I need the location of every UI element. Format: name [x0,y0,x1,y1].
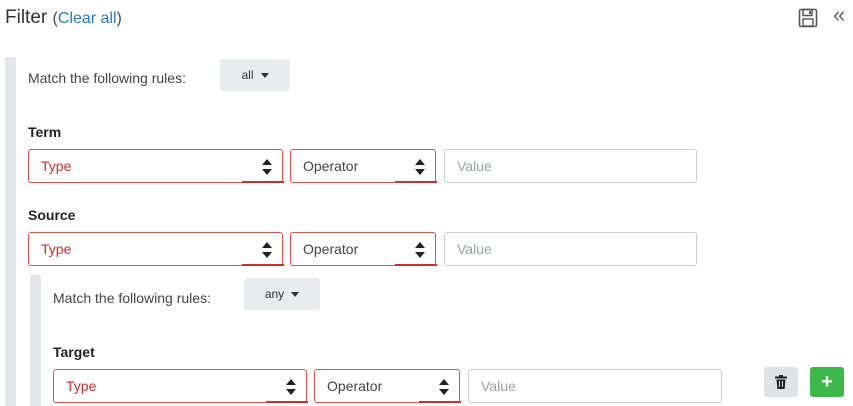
select-focus-underline [242,181,284,183]
filter-title-text: Filter [5,7,48,28]
rule-label-target: Target [53,344,95,360]
nested-group-bar [30,275,41,406]
source-value-input[interactable]: Value [444,232,697,266]
rule-label-source: Source [28,207,76,223]
source-operator-placeholder: Operator [303,241,359,257]
sort-updown-icon [415,159,425,175]
target-operator-placeholder: Operator [327,378,383,394]
caret-down-icon [291,291,300,297]
select-focus-underline [395,181,437,183]
sort-updown-icon [439,379,449,395]
nested-match-value: any [264,287,285,301]
nested-match-dropdown[interactable]: any [244,278,320,310]
sort-updown-icon [415,242,425,258]
term-type-placeholder: Type [41,158,72,174]
trash-icon [775,375,787,389]
select-focus-underline [242,264,284,266]
term-type-select[interactable]: Type [28,149,284,183]
clear-all-link[interactable]: Clear all [58,10,117,27]
target-value-placeholder: Value [481,378,516,394]
sort-updown-icon [262,242,272,258]
source-value-placeholder: Value [457,241,492,257]
target-type-select[interactable]: Type [53,369,308,403]
root-match-dropdown[interactable]: all [220,59,290,91]
select-focus-underline [395,264,437,266]
floppy-disk-icon[interactable] [798,8,818,28]
rule-label-term: Term [28,124,62,140]
double-chevron-left-icon[interactable]: « [833,4,845,26]
plus-icon: + [821,370,833,393]
target-operator-select[interactable]: Operator [314,369,461,403]
add-rule-button[interactable]: + [810,367,844,397]
root-group-bar [5,57,16,406]
delete-rule-button[interactable] [764,367,798,397]
root-match-value: all [241,68,254,82]
root-match-label: Match the following rules: [28,70,186,86]
select-focus-underline [266,401,308,403]
target-value-input[interactable]: Value [468,369,722,403]
sort-updown-icon [286,379,296,395]
nested-match-label: Match the following rules: [53,290,211,306]
term-value-input[interactable]: Value [444,149,697,183]
term-operator-select[interactable]: Operator [290,149,437,183]
select-focus-underline [419,401,461,403]
sort-updown-icon [262,159,272,175]
term-operator-placeholder: Operator [303,158,359,174]
term-value-placeholder: Value [457,158,492,174]
source-type-select[interactable]: Type [28,232,284,266]
target-type-placeholder: Type [66,378,97,394]
source-type-placeholder: Type [41,241,72,257]
caret-down-icon [260,72,269,78]
filter-title: Filter (Clear all) [5,7,122,29]
source-operator-select[interactable]: Operator [290,232,437,266]
paren-close: ) [116,10,122,27]
